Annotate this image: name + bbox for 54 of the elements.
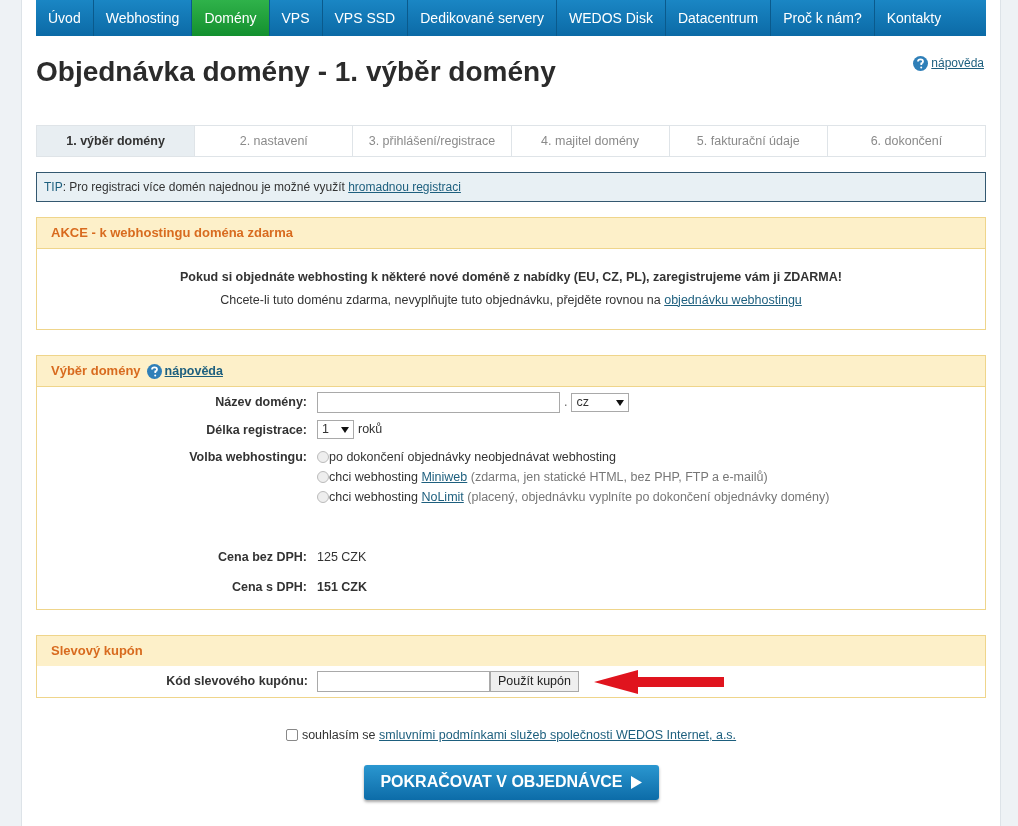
plan-link[interactable]: NoLimit: [421, 489, 464, 504]
plan-link[interactable]: Miniweb: [421, 469, 468, 484]
step-tab[interactable]: 1. výběr domény: [37, 126, 195, 156]
option-label: chci webhosting Miniweb (zdarma, jen statické HTML, bez PHP, FTP a e-mailů): [329, 468, 768, 486]
panel-heading: Výběr domény: [51, 362, 141, 381]
panel-heading: AKCE - k webhostingu doména zdarma: [51, 224, 293, 243]
terms-link[interactable]: smluvními podmínkami služeb společnosti WEDOS Internet, a.s.: [379, 728, 737, 742]
nav-item[interactable]: Domény: [192, 0, 270, 36]
nav-item[interactable]: Dedikované servery: [408, 0, 557, 36]
length-select[interactable]: 1: [317, 420, 354, 439]
apply-coupon-button[interactable]: Použít kupón: [490, 671, 579, 692]
webhosting-order-link[interactable]: objednávku webhostingu: [664, 292, 802, 307]
coupon-field[interactable]: [317, 671, 490, 692]
radio-button[interactable]: [317, 471, 329, 483]
help-icon: [146, 363, 162, 379]
panel-heading: Slevový kupón: [51, 642, 143, 661]
nav-item[interactable]: Datacentrum: [665, 0, 772, 36]
field-label: Cena s DPH:: [231, 579, 307, 596]
help-link[interactable]: nápověda: [913, 54, 984, 72]
nav-item[interactable]: Úvod: [36, 0, 94, 36]
price-value: 125 CZK: [317, 549, 367, 566]
dropdown-arrow-icon: [341, 426, 349, 433]
continue-button[interactable]: POKRAČOVAT V OBJEDNÁVCE: [363, 764, 659, 800]
agree-text: souhlasím se smluvními podmínkami služeb společnosti WEDOS Internet, a.s.: [301, 727, 737, 744]
nav-item[interactable]: VPS SSD: [322, 0, 409, 36]
radio-button[interactable]: [317, 491, 329, 503]
nav-item[interactable]: WEDOS Disk: [556, 0, 666, 36]
dot-separator: .: [564, 394, 568, 412]
field-label: Délka registrace:: [206, 422, 307, 439]
page-title: Objednávka domény - 1. výběr domény: [36, 55, 556, 89]
play-icon: [630, 775, 642, 789]
field-label: Kód slevového kupónu:: [166, 673, 308, 691]
dropdown-arrow-icon: [616, 399, 625, 406]
unit-label: roků: [358, 421, 383, 439]
help-icon: [913, 55, 929, 71]
bulk-registration-link[interactable]: hromadnou registraci: [348, 180, 461, 194]
arrow-icon: [593, 669, 724, 694]
help-link[interactable]: nápověda: [146, 361, 223, 381]
nav-item[interactable]: Proč k nám?: [771, 0, 875, 36]
promo-text: Pokud si objednáte webhosting k některé nové doméně z nabídky (EU, CZ, PL), zaregistrujeme vám ji ZDARMA!: [180, 269, 842, 286]
promo-text: Chcete-li tuto doménu zdarma, nevyplňujte tuto objednávku, přejděte rovnou na objednávku webhostingu: [220, 291, 802, 309]
option-label: po dokončení objednávky neobjednávat webhosting: [329, 448, 617, 466]
nav-item[interactable]: VPS: [269, 0, 323, 36]
nav-item[interactable]: Kontakty: [874, 0, 954, 36]
option-label: chci webhosting NoLimit (placený, objednávku vyplníte po dokončení objednávky domény): [329, 488, 830, 506]
domain-name-field[interactable]: [317, 392, 560, 413]
radio-button[interactable]: [317, 451, 329, 463]
tip-text: TIP: Pro registraci více domén najednou je možné využít hromadnou registraci: [44, 179, 461, 196]
tld-select[interactable]: cz: [571, 393, 630, 412]
field-label: Název domény:: [215, 394, 307, 411]
field-label: Volba webhostingu:: [189, 449, 307, 466]
field-label: Cena bez DPH:: [218, 549, 307, 566]
price-value: 151 CZK: [317, 579, 368, 596]
agree-checkbox[interactable]: [285, 729, 298, 742]
